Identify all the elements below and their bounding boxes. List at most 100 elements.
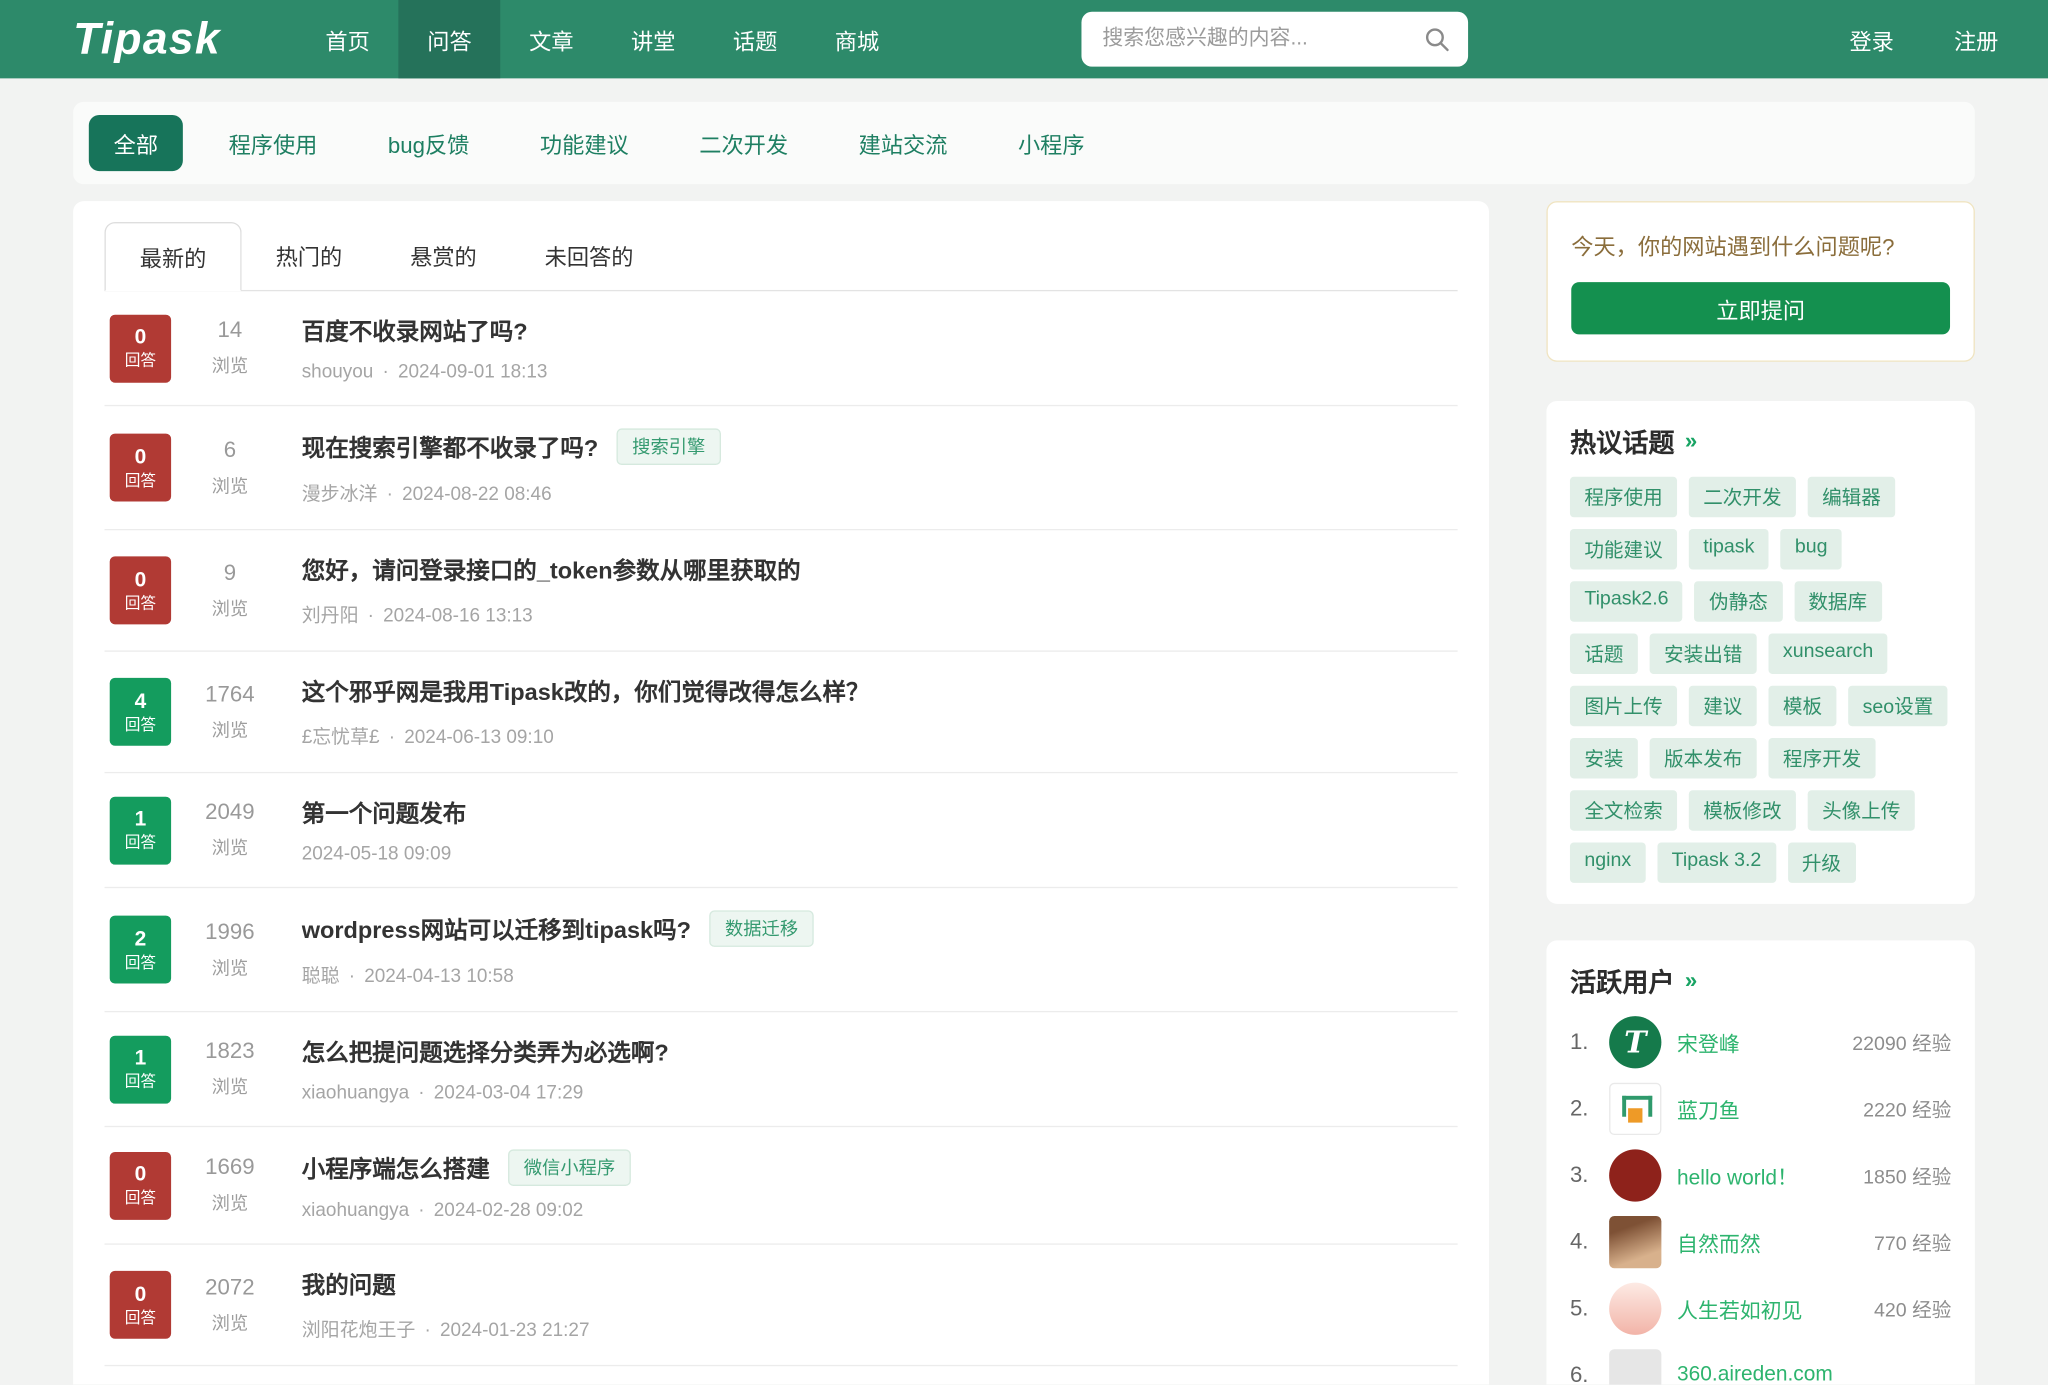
topic-tag[interactable]: 功能建议 <box>1570 529 1677 569</box>
question-tag[interactable]: 微信小程序 <box>508 1149 631 1186</box>
topic-tag[interactable]: 程序开发 <box>1769 738 1876 778</box>
question-title[interactable]: 现在搜索引擎都不收录了吗? <box>302 430 598 464</box>
filter-program-usage[interactable]: 程序使用 <box>204 115 342 171</box>
answer-label: 回答 <box>125 353 156 369</box>
topic-tag[interactable]: 话题 <box>1570 633 1638 673</box>
hot-topics-tags: 程序使用 二次开发 编辑器 功能建议 tipask bug Tipask2.6 … <box>1570 477 1951 883</box>
hot-topics-more-link[interactable]: » <box>1685 428 1697 454</box>
user-avatar[interactable]: T <box>1609 1016 1661 1068</box>
question-title[interactable]: 怎么把提问题选择分类弄为必选啊? <box>302 1034 669 1068</box>
topic-tag[interactable]: 安装 <box>1570 738 1638 778</box>
question-date: 2024-02-28 09:02 <box>434 1200 584 1221</box>
register-link[interactable]: 注册 <box>1954 23 1998 56</box>
view-label: 浏览 <box>187 716 273 742</box>
tab-latest[interactable]: 最新的 <box>104 222 241 291</box>
user-avatar[interactable] <box>1609 1083 1661 1135</box>
question-meta: xiaohuangya·2024-03-04 17:29 <box>302 1083 1453 1104</box>
view-count-block: 1823 浏览 <box>187 1038 273 1099</box>
search-input[interactable] <box>1081 12 1468 67</box>
topic-tag[interactable]: 伪静态 <box>1695 581 1783 621</box>
view-label: 浏览 <box>187 954 273 980</box>
question-main: 这个邪乎网是我用Tipask改的，你们觉得改得怎么样？ £忘忧草£·2024-0… <box>302 674 1453 750</box>
topic-tag[interactable]: 图片上传 <box>1570 686 1677 726</box>
filter-site-exchange[interactable]: 建站交流 <box>834 115 972 171</box>
nav-item-topics[interactable]: 话题 <box>704 0 806 78</box>
nav-item-home[interactable]: 首页 <box>297 0 399 78</box>
question-author[interactable]: 聪聪 <box>302 967 340 988</box>
topic-tag[interactable]: tipask <box>1689 529 1769 569</box>
question-date: 2024-06-13 09:10 <box>404 728 554 749</box>
user-row: 2. 蓝刀鱼 2220 经验 <box>1570 1083 1951 1135</box>
active-users-more-link[interactable]: » <box>1685 967 1697 993</box>
topic-tag[interactable]: bug <box>1781 529 1842 569</box>
question-author[interactable]: xiaohuangya <box>302 1083 409 1104</box>
filter-feature-suggest[interactable]: 功能建议 <box>515 115 653 171</box>
topic-tag[interactable]: 头像上传 <box>1808 790 1915 830</box>
tab-bounty[interactable]: 悬赏的 <box>376 222 511 290</box>
user-name[interactable]: 蓝刀鱼 <box>1677 1093 1740 1124</box>
search-icon[interactable] <box>1422 25 1451 54</box>
login-link[interactable]: 登录 <box>1849 23 1893 56</box>
question-title[interactable]: 小程序端怎么搭建 <box>302 1151 490 1185</box>
question-author[interactable]: 刘丹阳 <box>302 606 359 627</box>
answer-count-badge: 1 回答 <box>110 1035 171 1103</box>
filter-miniprogram[interactable]: 小程序 <box>993 115 1109 171</box>
user-row: 5. 人生若如初见 420 经验 <box>1570 1283 1951 1335</box>
user-name[interactable]: hello world！ <box>1677 1160 1798 1191</box>
tab-hot[interactable]: 热门的 <box>242 222 377 290</box>
hot-topics-title: 热议话题 <box>1570 422 1674 460</box>
topic-tag[interactable]: Tipask2.6 <box>1570 581 1683 621</box>
question-title[interactable]: wordpress网站可以迁移到tipask吗? <box>302 912 691 946</box>
user-avatar[interactable] <box>1609 1349 1661 1384</box>
user-avatar[interactable] <box>1609 1283 1661 1335</box>
topic-tag[interactable]: xunsearch <box>1769 633 1888 673</box>
question-row: 0 回答 2072 浏览 我的问题 <box>104 1245 1457 1366</box>
question-title[interactable]: 百度不收录网站了吗? <box>302 313 528 347</box>
topic-tag[interactable]: 全文检索 <box>1570 790 1677 830</box>
question-title[interactable]: 第一个问题发布 <box>302 795 467 829</box>
user-name[interactable]: 360.aireden.com <box>1677 1364 1833 1385</box>
question-tag[interactable]: 搜索引擎 <box>616 428 720 465</box>
user-avatar[interactable] <box>1609 1149 1661 1201</box>
question-title[interactable]: 这个邪乎网是我用Tipask改的，你们觉得改得怎么样？ <box>302 674 870 708</box>
topic-tag[interactable]: 模板修改 <box>1689 790 1796 830</box>
question-main: 我的问题 浏阳花炮王子·2024-01-23 21:27 <box>302 1267 1453 1343</box>
topic-tag[interactable]: 模板 <box>1769 686 1837 726</box>
topic-tag[interactable]: 二次开发 <box>1689 477 1796 517</box>
user-name[interactable]: 宋登峰 <box>1677 1027 1740 1058</box>
filter-secondary-dev[interactable]: 二次开发 <box>674 115 812 171</box>
question-author[interactable]: shouyou <box>302 362 374 383</box>
topic-tag[interactable]: 版本发布 <box>1650 738 1757 778</box>
user-name[interactable]: 自然而然 <box>1677 1226 1761 1257</box>
question-title[interactable]: 我的问题 <box>302 1267 396 1301</box>
topic-tag[interactable]: 程序使用 <box>1570 477 1677 517</box>
topic-tag[interactable]: 升级 <box>1787 842 1855 882</box>
topic-tag[interactable]: 编辑器 <box>1808 477 1896 517</box>
topic-tag[interactable]: seo设置 <box>1848 686 1948 726</box>
topic-tag[interactable]: 数据库 <box>1794 581 1882 621</box>
nav-item-articles[interactable]: 文章 <box>500 0 602 78</box>
topic-tag[interactable]: Tipask 3.2 <box>1657 842 1775 882</box>
filter-all[interactable]: 全部 <box>89 115 183 171</box>
question-author[interactable]: 浏阳花炮王子 <box>302 1320 416 1341</box>
answer-label: 回答 <box>125 835 156 851</box>
question-tag[interactable]: 数据迁移 <box>709 910 813 947</box>
user-name[interactable]: 人生若如初见 <box>1677 1293 1802 1324</box>
user-experience: 2220 经验 <box>1863 1095 1951 1122</box>
user-avatar[interactable] <box>1609 1216 1661 1268</box>
question-title[interactable]: 您好，请问登录接口的_token参数从哪里获取的 <box>302 552 801 586</box>
topic-tag[interactable]: 建议 <box>1689 686 1757 726</box>
question-author[interactable]: £忘忧草£ <box>302 728 380 749</box>
brand-logo[interactable]: Tipask <box>73 14 221 65</box>
filter-bug-feedback[interactable]: bug反馈 <box>363 115 494 171</box>
topic-tag[interactable]: nginx <box>1570 842 1646 882</box>
nav-item-qa[interactable]: 问答 <box>399 0 501 78</box>
question-author[interactable]: xiaohuangya <box>302 1200 409 1221</box>
tab-unanswered[interactable]: 未回答的 <box>511 222 668 290</box>
answer-label: 回答 <box>125 472 156 488</box>
question-author[interactable]: 漫步冰洋 <box>302 485 378 506</box>
ask-now-button[interactable]: 立即提问 <box>1571 282 1950 334</box>
nav-item-lectures[interactable]: 讲堂 <box>602 0 704 78</box>
topic-tag[interactable]: 安装出错 <box>1650 633 1757 673</box>
nav-item-mall[interactable]: 商城 <box>806 0 908 78</box>
